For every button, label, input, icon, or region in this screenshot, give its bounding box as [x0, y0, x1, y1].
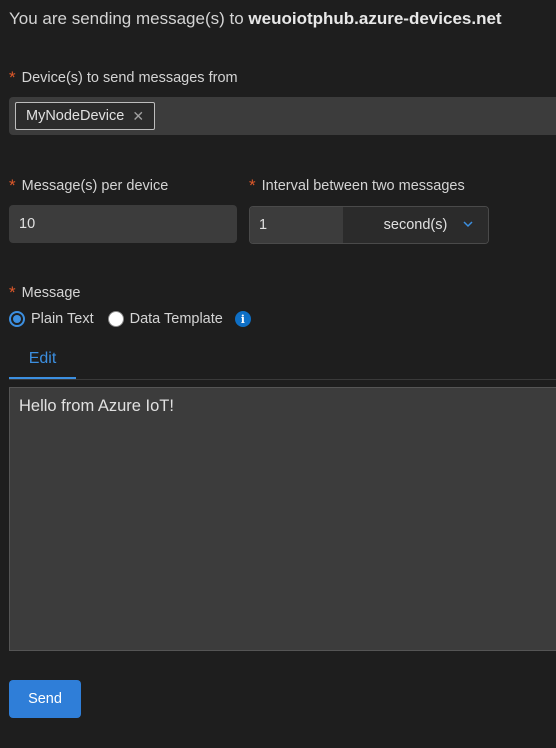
interval-unit-dropdown[interactable]: second(s): [343, 207, 488, 243]
data-template-radio[interactable]: [107, 311, 124, 327]
interval-input[interactable]: 1: [250, 207, 343, 243]
message-label-text: Message: [21, 285, 81, 301]
info-icon[interactable]: i: [234, 311, 251, 327]
message-label: * Message: [9, 282, 80, 302]
device-tag[interactable]: MyNodeDevice ✕: [15, 102, 156, 130]
message-type-group: Plain Text Data Template i: [9, 311, 251, 327]
required-marker: *: [9, 176, 16, 195]
header-prefix: You are sending message(s) to: [9, 9, 244, 28]
data-template-label[interactable]: Data Template: [130, 311, 223, 327]
remove-tag-icon[interactable]: ✕: [132, 109, 144, 123]
page-header: You are sending message(s) to weuoiotphu…: [9, 9, 502, 29]
messages-per-device-value: 10: [19, 216, 36, 232]
device-tag-label: MyNodeDevice: [26, 108, 125, 124]
tab-divider: [9, 379, 556, 380]
devices-picker[interactable]: MyNodeDevice ✕: [9, 97, 556, 135]
devices-label-text: Device(s) to send messages from: [21, 70, 238, 86]
send-button[interactable]: Send: [9, 680, 81, 718]
messages-per-device-input[interactable]: 10: [9, 205, 237, 243]
chevron-down-icon: [462, 218, 474, 234]
interval-value: 1: [259, 217, 268, 233]
required-marker: *: [9, 283, 16, 302]
interval-field: 1 second(s): [249, 206, 489, 244]
plain-text-radio[interactable]: [9, 311, 25, 327]
message-content: Hello from Azure IoT!: [19, 397, 174, 415]
devices-label: * Device(s) to send messages from: [9, 67, 238, 87]
tab-edit[interactable]: Edit: [9, 348, 76, 380]
messages-per-device-label: * Message(s) per device: [9, 175, 168, 195]
plain-text-label[interactable]: Plain Text: [31, 311, 94, 327]
interval-label-text: Interval between two messages: [261, 178, 465, 194]
required-marker: *: [9, 68, 16, 87]
message-editor[interactable]: Hello from Azure IoT!: [9, 387, 556, 651]
interval-label: * Interval between two messages: [249, 175, 465, 195]
required-marker: *: [249, 176, 256, 195]
send-message-panel: You are sending message(s) to weuoiotphu…: [0, 0, 556, 748]
iot-hub-name: weuoiotphub.azure-devices.net: [248, 9, 502, 28]
interval-unit-value: second(s): [383, 217, 448, 233]
messages-per-device-label-text: Message(s) per device: [21, 178, 169, 194]
